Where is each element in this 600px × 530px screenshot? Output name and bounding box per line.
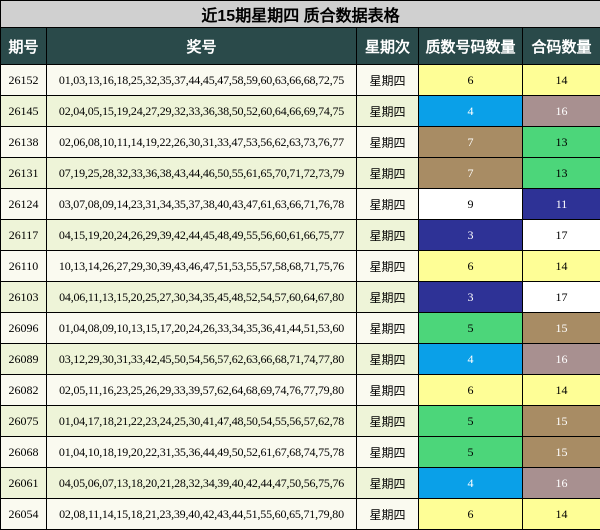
table-row: 2608903,12,29,30,31,33,42,45,50,54,56,57… bbox=[1, 344, 600, 375]
prime-count-cell: 5 bbox=[419, 437, 523, 468]
header-row: 期号 奖号 星期次 质数号码数量 合码数量 bbox=[1, 28, 600, 65]
header-period: 期号 bbox=[1, 28, 47, 65]
numbers-cell: 01,04,17,18,21,22,23,24,25,30,41,47,48,5… bbox=[47, 406, 357, 437]
header-weekday: 星期次 bbox=[357, 28, 419, 65]
prime-count-cell: 6 bbox=[419, 251, 523, 282]
period-cell: 26131 bbox=[1, 158, 47, 189]
numbers-cell: 04,05,06,07,13,18,20,21,28,32,34,39,40,4… bbox=[47, 468, 357, 499]
period-cell: 26103 bbox=[1, 282, 47, 313]
prime-count-cell: 7 bbox=[419, 158, 523, 189]
composite-count-cell: 16 bbox=[523, 468, 600, 499]
prime-count-cell: 4 bbox=[419, 468, 523, 499]
period-cell: 26061 bbox=[1, 468, 47, 499]
composite-count-cell: 16 bbox=[523, 344, 600, 375]
prime-count-cell: 5 bbox=[419, 313, 523, 344]
prime-count-cell: 7 bbox=[419, 127, 523, 158]
header-numbers: 奖号 bbox=[47, 28, 357, 65]
table-row: 2610304,06,11,13,15,20,25,27,30,34,35,45… bbox=[1, 282, 600, 313]
period-cell: 26110 bbox=[1, 251, 47, 282]
composite-count-cell: 15 bbox=[523, 437, 600, 468]
numbers-cell: 01,04,08,09,10,13,15,17,20,24,26,33,34,3… bbox=[47, 313, 357, 344]
table-row: 2609601,04,08,09,10,13,15,17,20,24,26,33… bbox=[1, 313, 600, 344]
numbers-cell: 03,07,08,09,14,23,31,34,35,37,38,40,43,4… bbox=[47, 189, 357, 220]
composite-count-cell: 16 bbox=[523, 96, 600, 127]
header-prime-count: 质数号码数量 bbox=[419, 28, 523, 65]
period-cell: 26082 bbox=[1, 375, 47, 406]
weekday-cell: 星期四 bbox=[357, 313, 419, 344]
composite-count-cell: 14 bbox=[523, 251, 600, 282]
table-row: 2608202,05,11,16,23,25,26,29,33,39,57,62… bbox=[1, 375, 600, 406]
weekday-cell: 星期四 bbox=[357, 375, 419, 406]
prime-count-cell: 5 bbox=[419, 406, 523, 437]
table-row: 2606104,05,06,07,13,18,20,21,28,32,34,39… bbox=[1, 468, 600, 499]
numbers-cell: 04,15,19,20,24,26,29,39,42,44,45,48,49,5… bbox=[47, 220, 357, 251]
period-cell: 26068 bbox=[1, 437, 47, 468]
weekday-cell: 星期四 bbox=[357, 220, 419, 251]
composite-count-cell: 14 bbox=[523, 375, 600, 406]
weekday-cell: 星期四 bbox=[357, 127, 419, 158]
composite-count-cell: 11 bbox=[523, 189, 600, 220]
period-cell: 26152 bbox=[1, 65, 47, 96]
weekday-cell: 星期四 bbox=[357, 158, 419, 189]
prime-count-cell: 6 bbox=[419, 499, 523, 530]
period-cell: 26089 bbox=[1, 344, 47, 375]
numbers-cell: 02,04,05,15,19,24,27,29,32,33,36,38,50,5… bbox=[47, 96, 357, 127]
header-composite-count: 合码数量 bbox=[523, 28, 600, 65]
weekday-cell: 星期四 bbox=[357, 468, 419, 499]
composite-count-cell: 17 bbox=[523, 220, 600, 251]
numbers-cell: 04,06,11,13,15,20,25,27,30,34,35,45,48,5… bbox=[47, 282, 357, 313]
weekday-cell: 星期四 bbox=[357, 251, 419, 282]
period-cell: 26075 bbox=[1, 406, 47, 437]
weekday-cell: 星期四 bbox=[357, 406, 419, 437]
composite-count-cell: 13 bbox=[523, 158, 600, 189]
table-row: 2613107,19,25,28,32,33,36,38,43,44,46,50… bbox=[1, 158, 600, 189]
prime-composite-table: 近15期星期四 质合数据表格 期号 奖号 星期次 质数号码数量 合码数量 261… bbox=[0, 0, 600, 530]
weekday-cell: 星期四 bbox=[357, 344, 419, 375]
composite-count-cell: 14 bbox=[523, 499, 600, 530]
weekday-cell: 星期四 bbox=[357, 437, 419, 468]
period-cell: 26124 bbox=[1, 189, 47, 220]
weekday-cell: 星期四 bbox=[357, 96, 419, 127]
composite-count-cell: 15 bbox=[523, 406, 600, 437]
prime-count-cell: 4 bbox=[419, 344, 523, 375]
weekday-cell: 星期四 bbox=[357, 282, 419, 313]
weekday-cell: 星期四 bbox=[357, 65, 419, 96]
composite-count-cell: 15 bbox=[523, 313, 600, 344]
table-row: 2614502,04,05,15,19,24,27,29,32,33,36,38… bbox=[1, 96, 600, 127]
numbers-cell: 02,05,11,16,23,25,26,29,33,39,57,62,64,6… bbox=[47, 375, 357, 406]
table-title: 近15期星期四 质合数据表格 bbox=[1, 1, 600, 28]
numbers-cell: 10,13,14,26,27,29,30,39,43,46,47,51,53,5… bbox=[47, 251, 357, 282]
table-row: 2607501,04,17,18,21,22,23,24,25,30,41,47… bbox=[1, 406, 600, 437]
period-cell: 26145 bbox=[1, 96, 47, 127]
prime-count-cell: 3 bbox=[419, 282, 523, 313]
table-row: 2606801,04,10,18,19,20,22,31,35,36,44,49… bbox=[1, 437, 600, 468]
table-body: 2615201,03,13,16,18,25,32,35,37,44,45,47… bbox=[1, 65, 600, 530]
prime-count-cell: 9 bbox=[419, 189, 523, 220]
composite-count-cell: 17 bbox=[523, 282, 600, 313]
table-row: 2613802,06,08,10,11,14,19,22,26,30,31,33… bbox=[1, 127, 600, 158]
prime-count-cell: 6 bbox=[419, 375, 523, 406]
prime-count-cell: 4 bbox=[419, 96, 523, 127]
numbers-cell: 01,03,13,16,18,25,32,35,37,44,45,47,58,5… bbox=[47, 65, 357, 96]
table-row: 2615201,03,13,16,18,25,32,35,37,44,45,47… bbox=[1, 65, 600, 96]
prime-count-cell: 6 bbox=[419, 65, 523, 96]
period-cell: 26096 bbox=[1, 313, 47, 344]
composite-count-cell: 14 bbox=[523, 65, 600, 96]
composite-count-cell: 13 bbox=[523, 127, 600, 158]
weekday-cell: 星期四 bbox=[357, 499, 419, 530]
numbers-cell: 01,04,10,18,19,20,22,31,35,36,44,49,50,5… bbox=[47, 437, 357, 468]
prime-count-cell: 3 bbox=[419, 220, 523, 251]
numbers-cell: 02,08,11,14,15,18,21,23,39,40,42,43,44,5… bbox=[47, 499, 357, 530]
period-cell: 26117 bbox=[1, 220, 47, 251]
numbers-cell: 02,06,08,10,11,14,19,22,26,30,31,33,47,5… bbox=[47, 127, 357, 158]
numbers-cell: 03,12,29,30,31,33,42,45,50,54,56,57,62,6… bbox=[47, 344, 357, 375]
table-row: 2611704,15,19,20,24,26,29,39,42,44,45,48… bbox=[1, 220, 600, 251]
numbers-cell: 07,19,25,28,32,33,36,38,43,44,46,50,55,6… bbox=[47, 158, 357, 189]
period-cell: 26054 bbox=[1, 499, 47, 530]
table-row: 2612403,07,08,09,14,23,31,34,35,37,38,40… bbox=[1, 189, 600, 220]
period-cell: 26138 bbox=[1, 127, 47, 158]
table-row: 2611010,13,14,26,27,29,30,39,43,46,47,51… bbox=[1, 251, 600, 282]
weekday-cell: 星期四 bbox=[357, 189, 419, 220]
table-row: 2605402,08,11,14,15,18,21,23,39,40,42,43… bbox=[1, 499, 600, 530]
